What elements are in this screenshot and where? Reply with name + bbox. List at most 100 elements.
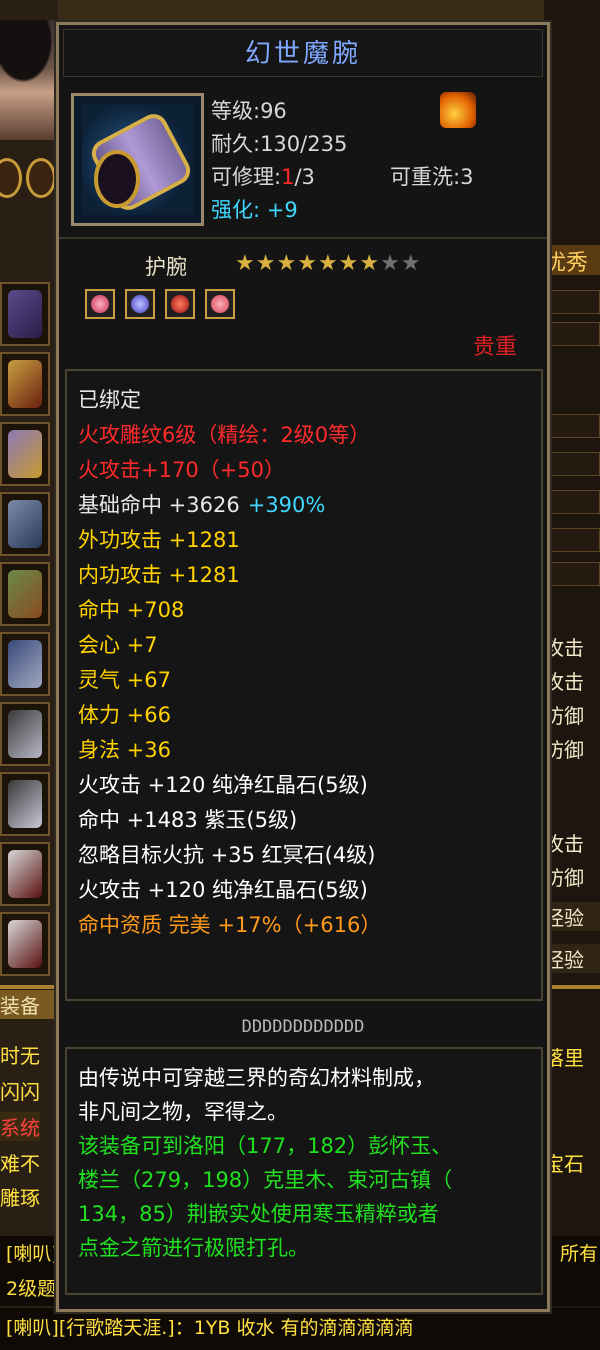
repair-total: /3 <box>294 165 315 189</box>
star-filled-icon: ★ <box>359 251 381 276</box>
attribute-text: 内功攻击 +1281 <box>78 563 240 587</box>
attribute-line: 命中 +708 <box>78 593 541 628</box>
attribute-text: 命中 +708 <box>78 598 185 622</box>
attribute-line: 命中 +1483 紫玉(5级) <box>78 803 541 838</box>
equip-slot-1[interactable] <box>0 282 50 346</box>
attribute-line: 会心 +7 <box>78 628 541 663</box>
right-label-9: 经验 <box>544 944 600 973</box>
star-filled-icon: ★ <box>235 251 256 276</box>
left-label-2: 时无 <box>0 1044 40 1068</box>
attribute-extra: +390% <box>247 493 326 517</box>
attribute-text: 已绑定 <box>78 388 141 412</box>
item-type: 护腕 <box>145 255 187 279</box>
attribute-text: 外功攻击 +1281 <box>78 528 240 552</box>
star-empty-icon: ★ <box>380 251 401 276</box>
attribute-line: 身法 +36 <box>78 733 541 768</box>
equip-slot-2[interactable] <box>0 352 50 416</box>
chat-text-3[interactable]: [喇叭][行歌踏天涯.]：1YB 收水 有的滴滴滴滴滴 <box>6 1317 414 1339</box>
right-label-11: 宝石 <box>544 1152 584 1176</box>
left-panel: 装备 时无 闪闪 系统 难不 雕琢 <box>0 0 58 1350</box>
attribute-line: 外功攻击 +1281 <box>78 523 541 558</box>
description-line: 点金之箭进行极限打孔。 <box>78 1236 309 1260</box>
item-enhance: 强化: +9 <box>211 194 298 224</box>
top-bar <box>0 0 600 22</box>
left-label-6: 雕琢 <box>0 1186 40 1210</box>
item-name: 幻世魔腕 <box>63 29 543 77</box>
round-button-1[interactable] <box>0 158 22 198</box>
gem-slot-2 <box>125 289 155 319</box>
equip-slot-5[interactable] <box>0 562 50 626</box>
attribute-text: 忽略目标火抗 +35 红冥石(4级) <box>78 843 376 867</box>
pink-gem-icon <box>211 295 229 313</box>
item-repair: 可修理:1/3 <box>211 161 315 191</box>
chat-trail-1: 所有 <box>559 1243 598 1265</box>
equip-slot-4[interactable] <box>0 492 50 556</box>
item-description: 由传说中可穿越三界的奇幻材料制成， 非凡间之物，罕得之。该装备可到洛阳（177，1… <box>65 1047 543 1295</box>
attribute-line: 灵气 +67 <box>78 663 541 698</box>
right-row-6 <box>544 528 600 552</box>
blue-gem-icon <box>131 295 149 313</box>
left-label-5: 难不 <box>0 1152 40 1176</box>
repair-label: 可修理: <box>211 165 282 189</box>
red-gem-icon <box>171 295 189 313</box>
wristguard-opening <box>94 150 140 208</box>
right-row-3 <box>544 414 600 438</box>
chat-line-3: [喇叭][行歌踏天涯.]：1YB 收水 有的滴滴滴滴滴 <box>0 1308 600 1350</box>
description-line: 楼兰（279，198）克里木、束河古镇（ <box>78 1168 453 1192</box>
item-level: 等级:96 <box>211 99 287 123</box>
round-button-2[interactable] <box>26 158 56 198</box>
right-label-10: 落里 <box>544 1046 584 1070</box>
enhance-value: +9 <box>266 198 298 222</box>
description-line: 由传说中可穿越三界的奇幻材料制成， <box>78 1066 435 1090</box>
description-line: 该装备可到洛阳（177，182）彭怀玉、 <box>78 1134 453 1158</box>
equip-slot-3[interactable] <box>0 422 50 486</box>
description-line: 非凡间之物，罕得之。 <box>78 1100 288 1124</box>
equip-slot-8[interactable] <box>0 772 50 836</box>
attribute-text: 灵气 +67 <box>78 668 171 692</box>
attribute-text: 火攻击 +120 纯净红晶石(5级) <box>78 773 368 797</box>
repair-used: 1 <box>281 165 295 189</box>
attribute-text: 火攻雕纹6级（精绘：2级0等） <box>78 423 371 447</box>
star-filled-icon: ★ <box>297 251 318 276</box>
star-filled-icon: ★ <box>255 251 277 276</box>
chat-speaker-1[interactable]: [喇叭] <box>6 1243 59 1265</box>
right-label-6: 攻击 <box>544 832 584 856</box>
attribute-text: 身法 +36 <box>78 738 171 762</box>
fire-attribute-icon <box>440 92 476 128</box>
attribute-text: 命中资质 完美 +17%（+616） <box>78 913 382 937</box>
attribute-text: 命中 +1483 紫玉(5级) <box>78 808 298 832</box>
star-empty-icon: ★ <box>400 251 422 276</box>
left-label-equip[interactable]: 装备 <box>0 990 58 1019</box>
right-label-7: 防御 <box>544 866 584 890</box>
wristguard-icon <box>82 104 196 215</box>
item-icon-frame <box>71 93 204 226</box>
description-line: 134，85）荆嵌实处使用寒玉精粹或者 <box>78 1202 439 1226</box>
attribute-line: 命中资质 完美 +17%（+616） <box>78 908 541 943</box>
right-panel: 优秀 攻击 攻击 防御 防御 攻击 防御 经验 经验 落里 宝石 <box>544 0 600 1350</box>
attribute-line: 内功攻击 +1281 <box>78 558 541 593</box>
equip-slot-7[interactable] <box>0 702 50 766</box>
attribute-line: 基础命中 +3626 +390% <box>78 488 541 523</box>
item-rewash: 可重洗:3 <box>390 165 474 189</box>
attribute-text: 会心 +7 <box>78 633 158 657</box>
right-label-8: 经验 <box>544 902 600 931</box>
star-rating: ★★★★★★★★★ <box>235 251 422 276</box>
left-label-3: 闪闪 <box>0 1080 40 1104</box>
equip-slot-10[interactable] <box>0 912 50 976</box>
star-filled-icon: ★ <box>317 251 339 276</box>
attribute-text: 基础命中 +3626 <box>78 493 240 517</box>
gem-slot-4 <box>205 289 235 319</box>
right-row-2 <box>544 322 600 346</box>
equip-slot-6[interactable] <box>0 632 50 696</box>
attribute-list: 已绑定 火攻雕纹6级（精绘：2级0等） 火攻击+170（+50） 基础命中 +3626… <box>65 369 543 1001</box>
divider-1 <box>59 237 547 239</box>
right-row-7 <box>544 562 600 586</box>
item-durability: 耐久:130/235 <box>211 132 348 156</box>
star-filled-icon: ★ <box>338 251 360 276</box>
attribute-line: 火攻击 +120 纯净红晶石(5级) <box>78 873 541 908</box>
equip-slot-9[interactable] <box>0 842 50 906</box>
item-tooltip: 幻世魔腕 等级:96 耐久:130/235 可修理:1/3 可重洗:3 强化: … <box>54 20 552 1314</box>
pink-gem-icon <box>91 295 109 313</box>
gem-slot-3 <box>165 289 195 319</box>
attribute-text: 体力 +66 <box>78 703 171 727</box>
